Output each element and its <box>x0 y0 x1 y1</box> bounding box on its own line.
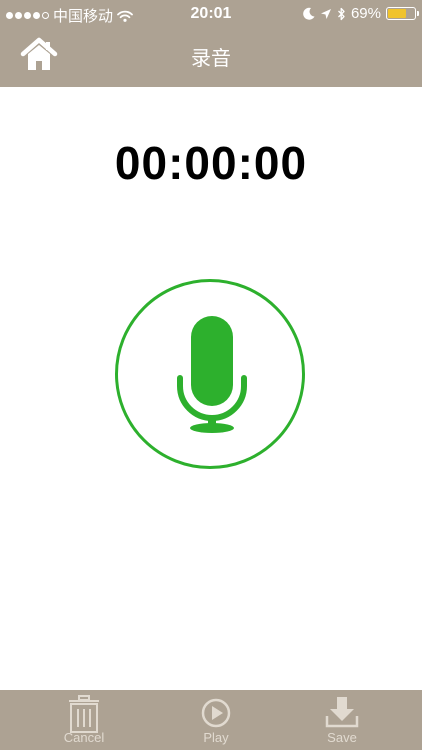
status-bar-right: 69% <box>303 5 419 22</box>
page-title: 录音 <box>191 48 231 70</box>
play-circle-icon <box>201 698 231 728</box>
moon-icon <box>303 7 315 20</box>
elapsed-timer: 00:00:00 <box>114 137 308 189</box>
play-label: Play <box>203 730 229 745</box>
battery-percent: 69% <box>350 5 381 22</box>
battery-fill <box>388 9 406 18</box>
microphone-icon <box>177 316 247 433</box>
nav-bar: 录音 <box>0 28 422 87</box>
battery-icon <box>386 7 419 20</box>
save-button[interactable]: Save <box>302 690 382 750</box>
play-button[interactable]: Play <box>176 690 256 750</box>
download-tray-icon <box>325 697 359 728</box>
location-arrow-icon <box>320 8 331 19</box>
bottom-toolbar: Cancel Play Save <box>0 690 422 750</box>
top-header: 中国移动 20:01 69% 录音 <box>0 0 422 87</box>
bluetooth-icon <box>338 7 345 20</box>
save-label: Save <box>327 730 357 745</box>
cancel-label: Cancel <box>63 730 105 745</box>
cancel-button[interactable]: Cancel <box>44 690 124 750</box>
trash-icon <box>69 695 99 733</box>
status-bar: 中国移动 20:01 69% <box>0 0 422 28</box>
